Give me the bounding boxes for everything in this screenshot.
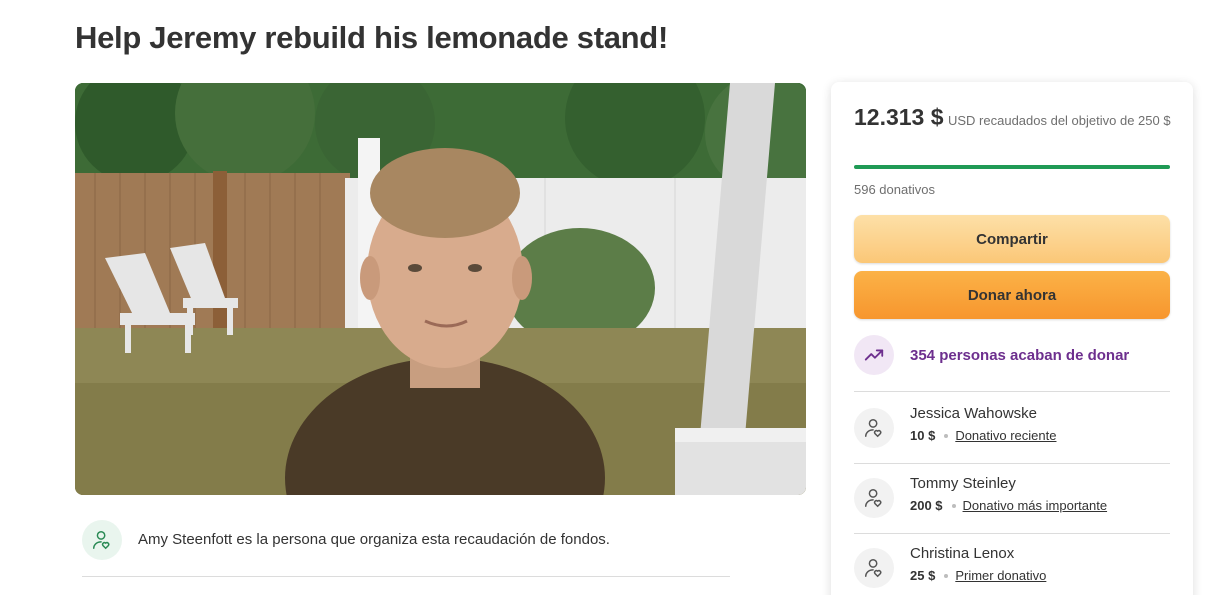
divider: [854, 391, 1170, 392]
organizer-text: Amy Steenfott es la persona que organiza…: [138, 531, 610, 548]
donor-name: Jessica Wahowske: [910, 405, 1037, 422]
organizer-row: Amy Steenfott es la persona que organiza…: [82, 520, 730, 577]
separator-dot: [944, 433, 949, 438]
trending-text: 354 personas acaban de donar: [910, 346, 1130, 364]
donor-amount: 25 $: [910, 568, 936, 583]
donor-item: Christina Lenox 25 $ Primer donativo: [854, 544, 1170, 588]
amount-raised-block: 12.313 $ USD recaudados del objetivo de …: [854, 106, 1174, 132]
donor-item: Jessica Wahowske 10 $ Donativo reciente: [854, 404, 1170, 448]
donate-button[interactable]: Donar ahora: [854, 271, 1170, 319]
separator-dot: [944, 573, 949, 578]
donation-count: 596 donativos: [854, 182, 935, 197]
progress-fill: [854, 165, 1170, 169]
donor-item: Tommy Steinley 200 $ Donativo más import…: [854, 474, 1170, 518]
donor-name: Christina Lenox: [910, 545, 1015, 562]
goal-text: USD recaudados del objetivo de 250 $: [947, 113, 1171, 128]
donor-amount: 200 $: [910, 498, 943, 513]
donor-tag-link[interactable]: Primer donativo: [955, 567, 1046, 584]
progress-bar: [854, 165, 1170, 169]
donor-amount: 10 $: [910, 428, 936, 443]
person-heart-icon: [82, 520, 122, 560]
campaign-photo-illustration: [75, 83, 806, 495]
donor-name: Tommy Steinley: [910, 475, 1016, 492]
person-heart-icon: [854, 408, 894, 448]
divider: [854, 463, 1170, 464]
donor-tag-link[interactable]: Donativo más importante: [963, 497, 1108, 514]
person-heart-icon: [854, 548, 894, 588]
trending-up-icon: [854, 335, 894, 375]
trending-row: 354 personas acaban de donar: [854, 335, 1129, 375]
amount-raised: 12.313 $: [854, 104, 944, 130]
campaign-photo: [75, 83, 806, 495]
share-button[interactable]: Compartir: [854, 215, 1170, 263]
donation-card: 12.313 $ USD recaudados del objetivo de …: [831, 82, 1193, 595]
divider: [854, 533, 1170, 534]
donor-tag-link[interactable]: Donativo reciente: [955, 427, 1056, 444]
separator-dot: [951, 503, 956, 508]
person-heart-icon: [854, 478, 894, 518]
page-title: Help Jeremy rebuild his lemonade stand!: [75, 20, 668, 55]
